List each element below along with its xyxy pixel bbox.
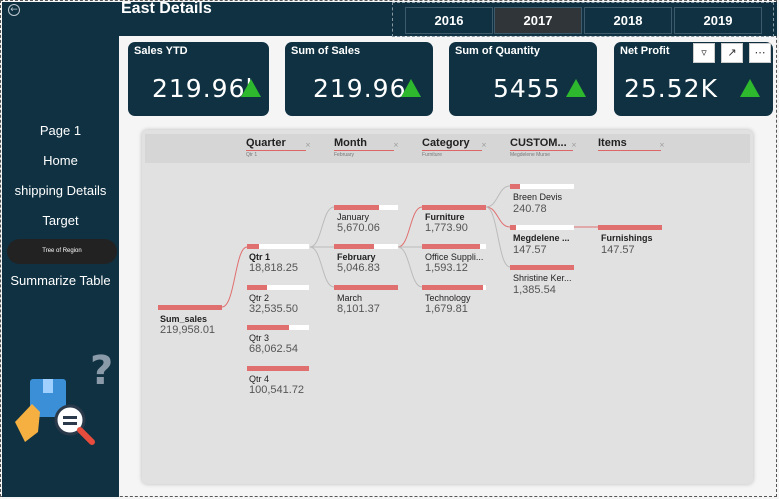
- tree-node-label[interactable]: March: [337, 293, 362, 303]
- tree-node-value: 1,773.90: [425, 222, 468, 234]
- tree-node-fill: [510, 184, 521, 189]
- tree-node-value: 32,535.50: [249, 303, 298, 315]
- tree-node-label[interactable]: Qtr 3: [249, 333, 269, 343]
- tree-node-value: 68,062.54: [249, 343, 298, 355]
- tree-links: [221, 185, 598, 308]
- tree-node-fill: [334, 285, 398, 290]
- tree-node-bar[interactable]: [334, 285, 398, 290]
- tree-node-bar[interactable]: [510, 265, 574, 270]
- tree-node-value: 8,101.37: [337, 303, 380, 315]
- tree-node-fill: [334, 205, 379, 210]
- tree-node-bar[interactable]: [422, 244, 486, 249]
- tree-node-fill: [247, 366, 309, 371]
- tree-node-bar[interactable]: [422, 285, 486, 290]
- tree-node-fill: [510, 265, 574, 270]
- tree-node-fill: [598, 225, 662, 230]
- tree-node-value: 5,670.06: [337, 222, 380, 234]
- tree-node-fill: [158, 305, 222, 310]
- tree-node-bar[interactable]: [334, 205, 398, 210]
- tree-node-bar[interactable]: [422, 205, 486, 210]
- tree-node-value: 5,046.83: [337, 262, 380, 274]
- tree-node-label[interactable]: Furnishings: [601, 233, 653, 243]
- tree-node-bar[interactable]: [334, 244, 398, 249]
- tree-node-label[interactable]: Furniture: [425, 212, 465, 222]
- tree-root-label[interactable]: Sum_sales: [160, 314, 207, 324]
- tree-node-fill: [247, 325, 290, 330]
- tree-node-fill: [510, 225, 517, 230]
- tree-node-label[interactable]: Qtr 4: [249, 374, 269, 384]
- tree-node-fill: [422, 285, 483, 290]
- tree-node-bar[interactable]: [247, 244, 309, 249]
- tree-node-bar[interactable]: [247, 325, 309, 330]
- tree-node-bar[interactable]: [510, 225, 574, 230]
- tree-node-value: 18,818.25: [249, 262, 298, 274]
- tree-node-label[interactable]: Qtr 1: [249, 252, 270, 262]
- tree-node-value: 100,541.72: [249, 384, 305, 396]
- tree-node-fill: [422, 244, 480, 249]
- tree-node-label[interactable]: January: [337, 212, 369, 222]
- tree-node-value: 1,679.81: [425, 303, 468, 315]
- tree-root-value: 219,958.01: [160, 324, 216, 336]
- tree-node-value: 147.57: [513, 244, 547, 256]
- tree-node-label[interactable]: Office Suppli...: [425, 252, 483, 262]
- tree-node-label[interactable]: Megdelene ...: [513, 233, 570, 243]
- tree-node-bar[interactable]: [510, 184, 574, 189]
- tree-node-bar[interactable]: [247, 366, 309, 371]
- tree-node-fill: [247, 285, 267, 290]
- tree-node-label[interactable]: Qtr 2: [249, 293, 269, 303]
- tree-node-label[interactable]: Shristine Ker...: [513, 273, 572, 283]
- tree-node-label[interactable]: February: [337, 252, 376, 262]
- tree-node-bar[interactable]: [247, 285, 309, 290]
- tree-node-bar[interactable]: [598, 225, 662, 230]
- tree-node-bar: [158, 305, 222, 310]
- tree-node-fill: [247, 244, 259, 249]
- tree-node-fill: [334, 244, 374, 249]
- tree-node-value: 147.57: [601, 244, 635, 256]
- tree-node-label[interactable]: Technology: [425, 293, 471, 303]
- tree-node-value: 1,593.12: [425, 262, 468, 274]
- tree-node-value: 1,385.54: [513, 284, 556, 296]
- tree-node-label[interactable]: Breen Devis: [513, 192, 562, 202]
- tree-node-value: 240.78: [513, 203, 547, 215]
- tree-node-fill: [422, 205, 486, 210]
